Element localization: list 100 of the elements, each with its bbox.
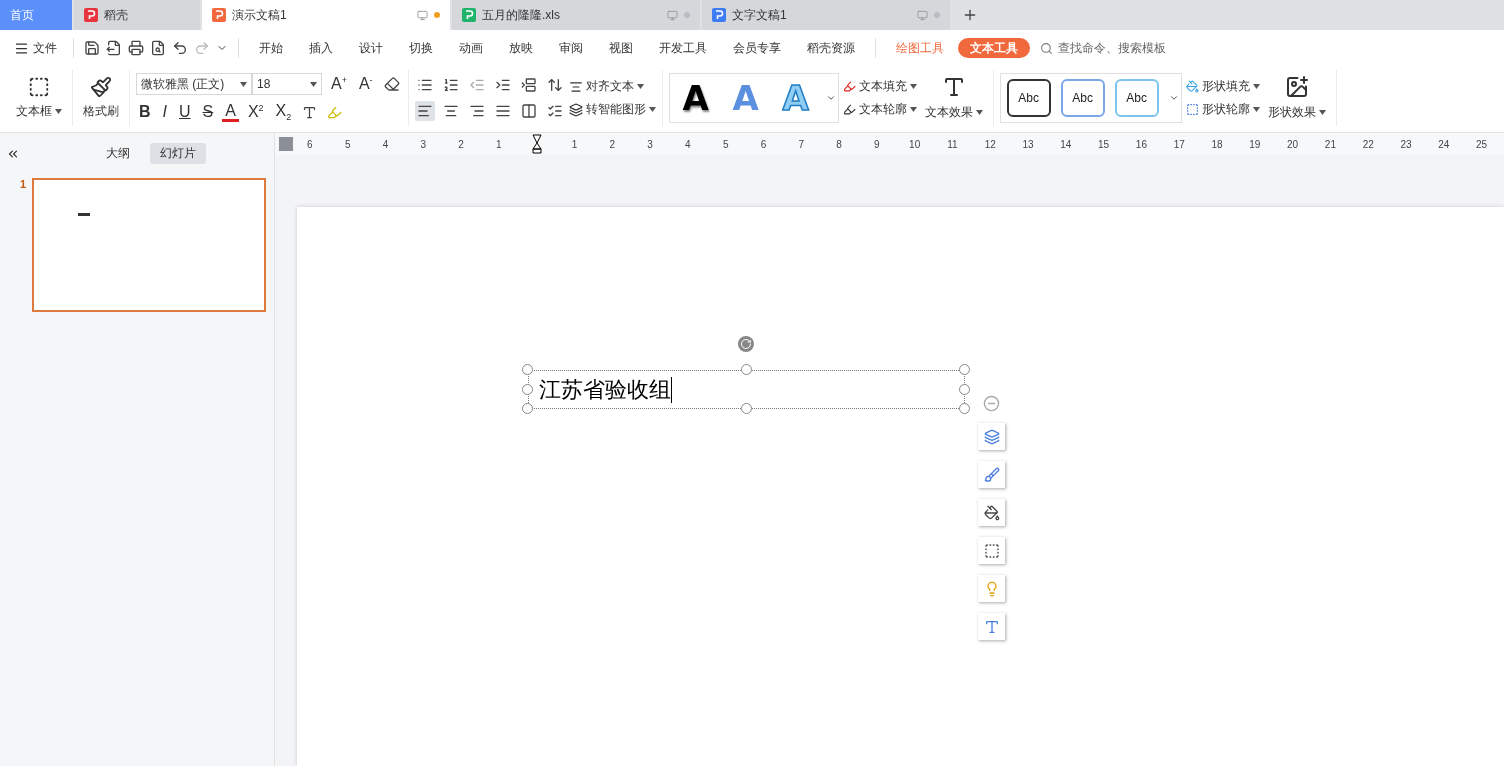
outline-button[interactable]	[978, 537, 1005, 564]
align-button[interactable]	[414, 101, 435, 121]
thumbnail-text-mark	[78, 213, 91, 216]
text-effect-button[interactable]: 文本效果	[920, 73, 987, 123]
align-text-button[interactable]: 对齐文本	[568, 78, 656, 95]
caret-icon[interactable]	[1318, 110, 1326, 115]
ruler-number: 19	[1249, 138, 1261, 150]
text-style-option[interactable]: A	[675, 78, 716, 118]
ruler-number: 5	[344, 138, 351, 150]
document-tab[interactable]: 演示文稿1	[202, 0, 450, 30]
shape-style-option[interactable]: Abc	[1060, 79, 1105, 117]
caret-icon[interactable]	[636, 84, 644, 89]
slide-number: 1	[20, 178, 27, 192]
shape-effect-button[interactable]: 形状效果	[1263, 73, 1330, 123]
format-painter-button[interactable]: 格式刷	[79, 74, 123, 122]
caret-icon[interactable]	[648, 107, 656, 112]
image-icon	[1284, 75, 1309, 99]
font-style-button[interactable]: U	[176, 101, 194, 123]
more-icon[interactable]	[825, 93, 836, 103]
brush-button[interactable]	[978, 461, 1005, 488]
subscript-button[interactable]: X$_{2}$	[272, 101, 295, 123]
caret-icon[interactable]	[55, 109, 62, 114]
shape-fill-button[interactable]: 形状填充	[1185, 78, 1260, 95]
ribbon-tab[interactable]: 开发工具	[647, 38, 719, 58]
caret-icon[interactable]	[240, 81, 247, 87]
smart-art-button[interactable]: 转智能图形	[568, 101, 656, 118]
ruler-number: 15	[1098, 138, 1110, 150]
caret-icon[interactable]	[975, 110, 983, 115]
resize-handle[interactable]	[522, 364, 533, 375]
document-tab[interactable]: 文字文稿1	[702, 0, 950, 30]
ruler-number: 1	[496, 138, 502, 150]
indent-marker-icon[interactable]	[531, 134, 542, 154]
save-icon[interactable]	[82, 38, 102, 58]
layers-button[interactable]	[978, 423, 1005, 450]
grow-font-button[interactable]: A$^{+}$	[328, 73, 350, 95]
text-select-button[interactable]	[978, 613, 1005, 640]
layers-icon	[568, 102, 583, 117]
ruler-number: 10	[909, 138, 921, 150]
ribbon-tab[interactable]: 切换	[397, 38, 445, 58]
text-box-button[interactable]: 文本框	[12, 74, 66, 122]
ribbon-tab[interactable]: 开始	[247, 38, 295, 58]
more-icon[interactable]	[1168, 93, 1179, 103]
shape-outline-button[interactable]: 形状轮廓	[1185, 101, 1260, 118]
panel-tab[interactable]: 大纲	[96, 143, 140, 164]
ribbon-tab[interactable]: 设计	[347, 38, 395, 58]
caret-icon[interactable]	[1252, 84, 1260, 89]
file-menu[interactable]: 文件	[14, 39, 65, 57]
resize-handle[interactable]	[959, 383, 970, 395]
ruler-number: 17	[1173, 138, 1185, 150]
highlighter-icon	[842, 103, 856, 116]
ruler-number: 18	[1211, 138, 1223, 150]
font-style-button[interactable]: S	[199, 101, 217, 123]
resize-handle[interactable]	[740, 403, 752, 414]
font-size-select[interactable]: 18	[252, 73, 322, 95]
shrink-font-button[interactable]: A$^{-}$	[355, 73, 376, 95]
caret-icon[interactable]	[909, 107, 917, 112]
ribbon-tab[interactable]: 插入	[297, 38, 345, 58]
resize-handle[interactable]	[522, 383, 533, 395]
print-icon[interactable]	[126, 38, 146, 58]
font-style-button[interactable]: I	[159, 101, 170, 123]
shape-style-option[interactable]: Abc	[1114, 79, 1159, 117]
resize-handle[interactable]	[959, 403, 970, 414]
square-icon	[1185, 103, 1199, 116]
text-outline-button[interactable]: 文本轮廓	[842, 101, 917, 118]
app-icon	[712, 8, 726, 22]
ribbon-tab[interactable]: 动画	[447, 38, 495, 58]
shape-style-option[interactable]: Abc	[1006, 79, 1051, 117]
ribbon-tab[interactable]: 放映	[497, 38, 545, 58]
fill-button[interactable]	[978, 499, 1005, 526]
menu-icon	[14, 40, 29, 56]
ruler-number: 6	[760, 138, 767, 150]
ribbon-tab[interactable]: 视图	[597, 38, 645, 58]
document-tab[interactable]: 稻壳	[74, 0, 200, 30]
font-color-button[interactable]: A	[222, 102, 239, 122]
slide-thumbnail[interactable]	[32, 178, 266, 312]
resize-handle[interactable]	[959, 364, 970, 375]
ruler-number: 6	[307, 138, 313, 150]
ruler-number: 2	[609, 138, 616, 150]
ribbon-tab[interactable]: 会员专享	[721, 38, 793, 58]
caret-icon[interactable]	[909, 84, 917, 89]
resize-handle[interactable]	[522, 403, 533, 414]
ruler-number: 3	[420, 138, 427, 150]
ruler-number: 5	[722, 138, 729, 150]
document-tab[interactable]: 五月的隆隆.xls	[452, 0, 700, 30]
resize-handle[interactable]	[740, 364, 752, 375]
text-fill-button[interactable]: 文本填充	[842, 78, 917, 95]
font-style-button[interactable]: B	[136, 101, 154, 123]
ruler-number: 13	[1022, 138, 1034, 150]
panel-tab[interactable]: 幻灯片	[150, 143, 206, 164]
ribbon-tab[interactable]: 审阅	[547, 38, 595, 58]
superscript-button[interactable]: X$^{2}$	[244, 101, 267, 123]
font-select[interactable]: 微软雅黑 (正文)	[136, 73, 252, 95]
ribbon-tab[interactable]: 稻壳资源	[795, 38, 867, 58]
search-field[interactable]: 查找命令、搜索模板	[1040, 40, 1186, 56]
caret-icon[interactable]	[310, 81, 317, 87]
ruler-number: 8	[836, 138, 842, 150]
app-icon	[462, 8, 476, 22]
caret-icon[interactable]	[1252, 107, 1260, 112]
rotate-handle-icon[interactable]	[738, 336, 754, 352]
letter-icon	[983, 618, 1000, 635]
